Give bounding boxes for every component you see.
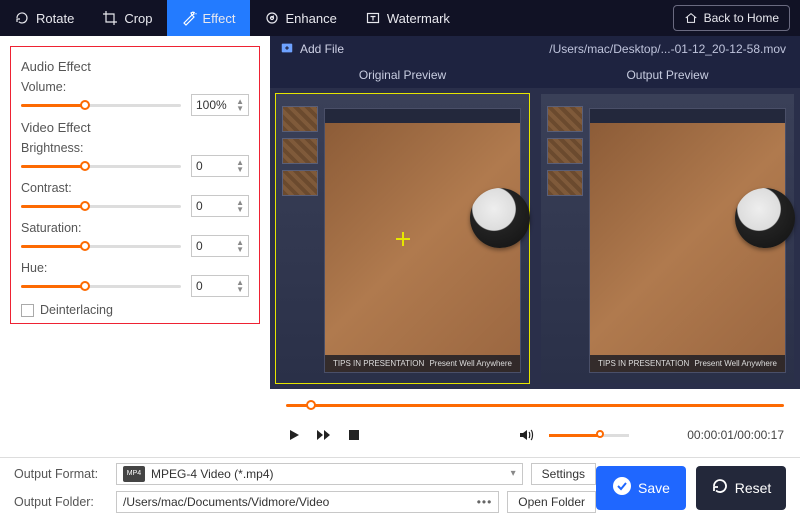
crop-center-icon[interactable] (396, 232, 410, 246)
tab-watermark-label: Watermark (387, 11, 450, 26)
original-preview: Original Preview TIPS IN PRESENTATIONPre… (270, 62, 535, 389)
original-preview-canvas[interactable]: TIPS IN PRESENTATIONPresent Well Anywher… (276, 94, 529, 383)
effects-panel: Audio Effect Volume: 100%▲▼ Video Effect… (10, 46, 260, 324)
hue-label: Hue: (21, 261, 249, 275)
add-file-label: Add File (300, 42, 344, 56)
volume-icon[interactable] (519, 427, 535, 443)
contrast-stepper[interactable]: 0▲▼ (191, 195, 249, 217)
fast-forward-button[interactable] (316, 427, 332, 443)
rotate-icon (14, 10, 30, 26)
save-button[interactable]: Save (596, 466, 686, 510)
saturation-stepper[interactable]: 0▲▼ (191, 235, 249, 257)
play-button[interactable] (286, 427, 302, 443)
tab-effect[interactable]: Effect (167, 0, 250, 36)
contrast-slider[interactable] (21, 199, 181, 213)
brightness-label: Brightness: (21, 141, 249, 155)
check-circle-icon (612, 476, 632, 499)
output-preview-canvas: TIPS IN PRESENTATIONPresent Well Anywher… (541, 94, 794, 383)
settings-button[interactable]: Settings (531, 463, 596, 485)
brightness-stepper[interactable]: 0▲▼ (191, 155, 249, 177)
crop-icon (102, 10, 118, 26)
timecode: 00:00:01/00:00:17 (687, 428, 784, 442)
saturation-slider[interactable] (21, 239, 181, 253)
more-icon[interactable]: ••• (477, 495, 493, 509)
volume-stepper[interactable]: 100%▲▼ (191, 94, 249, 116)
output-folder-label: Output Folder: (14, 495, 108, 509)
deinterlacing-label: Deinterlacing (40, 303, 113, 317)
tab-watermark[interactable]: Watermark (351, 0, 464, 36)
chevron-down-icon: ▾ (511, 468, 516, 479)
volume-playback-slider[interactable] (549, 429, 629, 441)
tab-rotate[interactable]: Rotate (0, 0, 88, 36)
reset-icon (711, 477, 729, 498)
playback-controls: 00:00:01/00:00:17 (270, 413, 800, 457)
original-preview-title: Original Preview (270, 62, 535, 88)
effect-icon (181, 10, 197, 26)
output-folder-field[interactable]: /Users/mac/Documents/Vidmore/Video ••• (116, 491, 499, 513)
mp4-format-icon: MP4 (123, 466, 145, 482)
tab-effect-label: Effect (203, 11, 236, 26)
back-home-label: Back to Home (704, 11, 779, 25)
deinterlacing-checkbox[interactable] (21, 304, 34, 317)
timeline-slider[interactable] (286, 397, 784, 413)
tab-enhance-label: Enhance (286, 11, 337, 26)
stepper-arrows-icon[interactable]: ▲▼ (236, 98, 244, 112)
tab-crop-label: Crop (124, 11, 152, 26)
hue-stepper[interactable]: 0▲▼ (191, 275, 249, 297)
file-row: Add File /Users/mac/Desktop/...-01-12_20… (270, 36, 800, 62)
output-preview-title: Output Preview (535, 62, 800, 88)
back-home-button[interactable]: Back to Home (673, 5, 790, 31)
add-file-button[interactable]: Add File (270, 41, 354, 58)
tab-enhance[interactable]: Enhance (250, 0, 351, 36)
bottom-bar: Output Format: MP4MPEG-4 Video (*.mp4) ▾… (0, 457, 800, 517)
output-format-select[interactable]: MP4MPEG-4 Video (*.mp4) ▾ (116, 463, 523, 485)
top-toolbar: Rotate Crop Effect Enhance Watermark Bac… (0, 0, 800, 36)
preview-area: Add File /Users/mac/Desktop/...-01-12_20… (270, 36, 800, 457)
stop-button[interactable] (346, 427, 362, 443)
tab-rotate-label: Rotate (36, 11, 74, 26)
volume-slider[interactable] (21, 98, 181, 112)
reset-button[interactable]: Reset (696, 466, 786, 510)
watermark-icon (365, 10, 381, 26)
saturation-label: Saturation: (21, 221, 249, 235)
home-icon (684, 11, 698, 25)
video-effect-title: Video Effect (21, 120, 249, 135)
contrast-label: Contrast: (21, 181, 249, 195)
volume-label: Volume: (21, 80, 249, 94)
file-path: /Users/mac/Desktop/...-01-12_20-12-58.mo… (354, 42, 800, 56)
audio-effect-title: Audio Effect (21, 59, 249, 74)
hue-slider[interactable] (21, 279, 181, 293)
open-folder-button[interactable]: Open Folder (507, 491, 596, 513)
output-format-label: Output Format: (14, 467, 108, 481)
tab-crop[interactable]: Crop (88, 0, 166, 36)
effects-sidebar: Audio Effect Volume: 100%▲▼ Video Effect… (0, 36, 270, 457)
brightness-slider[interactable] (21, 159, 181, 173)
output-preview: Output Preview TIPS IN PRESENTATIONPrese… (535, 62, 800, 389)
add-file-icon (280, 41, 294, 58)
enhance-icon (264, 10, 280, 26)
